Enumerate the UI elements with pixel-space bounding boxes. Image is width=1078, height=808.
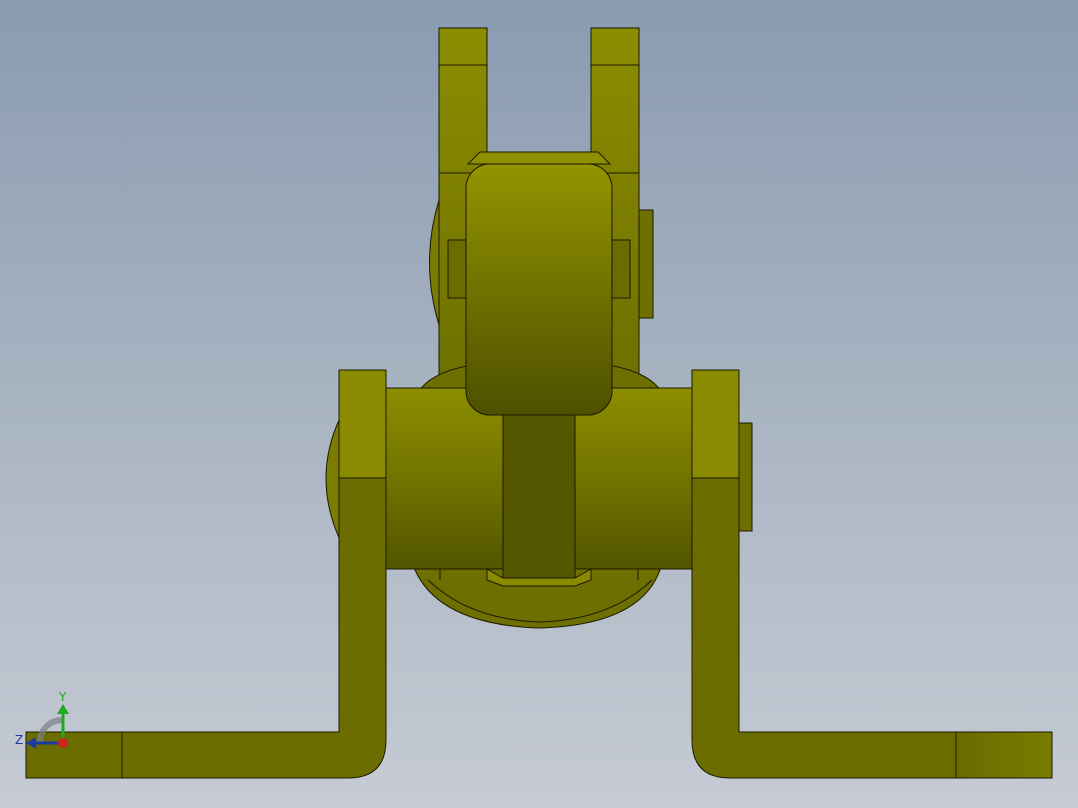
z-axis-label: Z [15,733,23,747]
bracket-left [25,369,387,779]
y-axis-label: Y [58,690,67,704]
upper-wheel [465,163,613,416]
cad-viewport[interactable]: Y Z [0,0,1078,808]
lower-pin-cap-right [738,422,753,532]
upper-wheel-rim [466,151,612,165]
upper-disc-left [429,199,440,326]
upper-pin-cap-right [638,209,654,319]
coordinate-triad: Y Z [15,690,69,749]
x-axis-origin [58,738,68,748]
lower-disc-left [325,417,341,541]
center-hub [502,414,576,586]
part-model[interactable]: Y Z [0,0,1078,808]
